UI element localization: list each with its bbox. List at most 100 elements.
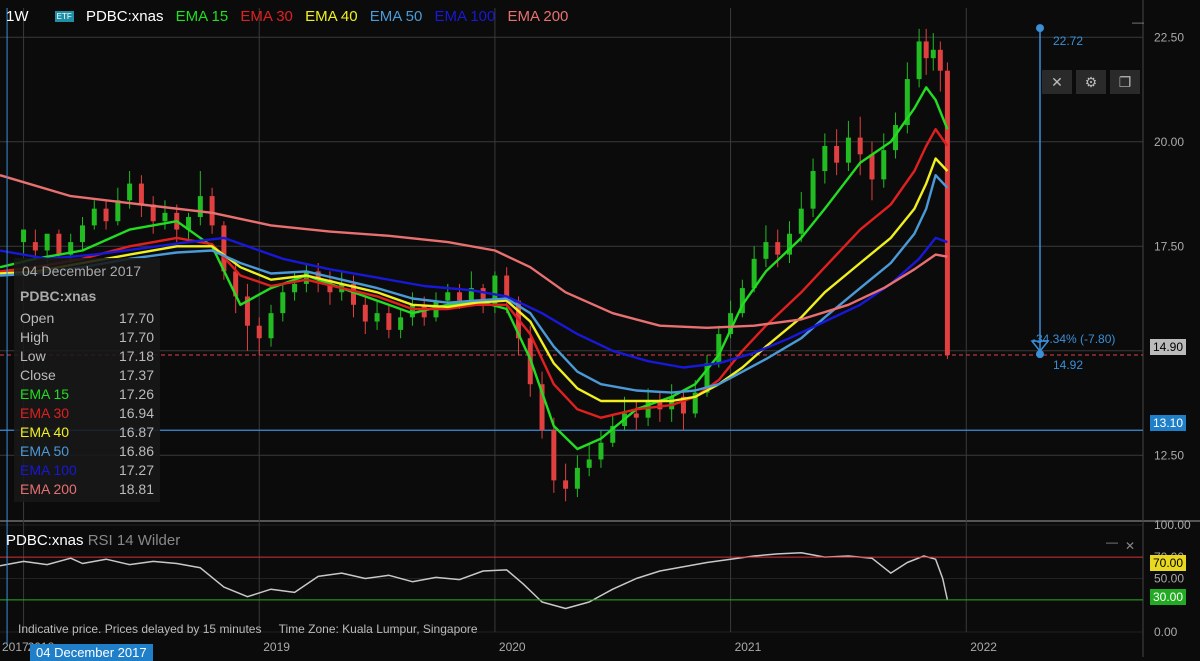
year-tick-label: 2020 (499, 640, 526, 654)
candle-body (930, 49, 936, 59)
gear-icon[interactable]: ⚙ (1076, 70, 1106, 94)
ema50-legend[interactable]: EMA 50 (370, 8, 423, 25)
candle-body (869, 154, 875, 180)
tooltip-row: EMA 200 18.81 (20, 481, 154, 497)
candle-body (822, 145, 828, 172)
data-tooltip: 04 December 2017 PDBC:xnas Open 17.70 High… (14, 258, 160, 502)
candle-body (810, 171, 816, 209)
tooltip-row-label: Open (20, 310, 55, 326)
candle-body (374, 313, 380, 322)
last-price-box: 14.90 (1150, 339, 1187, 355)
crosshair-date-box: 04 December 2017 (30, 644, 153, 661)
tooltip-row-label: EMA 30 (20, 405, 70, 421)
ema40-legend[interactable]: EMA 40 (305, 8, 358, 25)
candle-body (586, 459, 592, 468)
tooltip-row-value: 17.18 (118, 348, 154, 364)
year-tick-label: 2019 (263, 640, 290, 654)
interval-label[interactable]: 1W (6, 8, 29, 25)
tooltip-date: 04 December 2017 (22, 263, 142, 279)
candle-body (292, 283, 298, 293)
ema200-legend[interactable]: EMA 200 (508, 8, 569, 25)
candle-body (256, 325, 262, 339)
etf-badge-icon: ETF (54, 11, 74, 22)
candle-body (563, 480, 569, 489)
candle-body (56, 233, 62, 255)
candle-body (775, 242, 781, 255)
tooltip-row: Low 17.18 (20, 348, 154, 364)
candle-body (32, 242, 38, 251)
candle-body (138, 183, 144, 205)
tooltip-row: EMA 50 16.86 (20, 443, 154, 459)
candle-body (845, 137, 851, 163)
candle-body (923, 41, 929, 59)
price-chart[interactable]: 12.5015.0017.5020.0022.500.0030.0050.007… (0, 0, 1200, 657)
rsi-symbol: PDBC:xnas (6, 532, 84, 549)
candle-body (197, 196, 203, 218)
close-icon[interactable]: ✕ (1042, 70, 1072, 94)
tooltip-row: EMA 40 16.87 (20, 424, 154, 440)
tooltip-row-label: EMA 15 (20, 386, 70, 402)
candle-body (162, 212, 168, 222)
measure-bottom-label: 14.92 (1053, 358, 1083, 372)
candle-body (44, 233, 50, 251)
price-tick-label: 22.50 (1154, 30, 1184, 44)
candle-body (362, 304, 368, 322)
candle-body (303, 271, 309, 284)
rsi-label[interactable]: RSI 14 Wilder (88, 532, 181, 549)
candle-body (115, 200, 121, 222)
candle-body (398, 317, 404, 330)
rsi-upper-box: 70.00 (1150, 555, 1187, 571)
candle-body (551, 430, 557, 481)
measure-top-label: 22.72 (1053, 34, 1083, 48)
tooltip-row-value: 16.86 (118, 443, 154, 459)
measure-handle-top[interactable] (1036, 24, 1044, 33)
rsi-minimize-icon: — (1106, 535, 1118, 549)
candle-body (280, 292, 286, 314)
ema15-legend[interactable]: EMA 15 (176, 8, 229, 25)
delay-note: Indicative price. Prices delayed by 15 m… (18, 622, 262, 636)
candle-body (937, 49, 943, 71)
candle-body (457, 292, 463, 301)
hline-price-box[interactable]: 13.10 (1150, 415, 1187, 431)
rsi-lower-box: 30.00 (1150, 589, 1187, 605)
rsi-tick-label: 0.00 (1154, 625, 1178, 639)
tooltip-row-value: 16.87 (118, 424, 154, 440)
tooltip-row-label: Close (20, 367, 56, 383)
candle-body (763, 242, 769, 259)
candle-body (834, 145, 840, 163)
candle-body (944, 70, 950, 355)
tooltip-row-value: 17.70 (118, 310, 154, 326)
tooltip-row-value: 18.81 (118, 481, 154, 497)
candle-body (21, 229, 27, 243)
tooltip-row-label: Low (20, 348, 46, 364)
candle-body (881, 150, 887, 180)
tooltip-row: EMA 15 17.26 (20, 386, 154, 402)
symbol-label[interactable]: PDBC:xnas (86, 8, 164, 25)
tooltip-row-label: EMA 100 (20, 462, 77, 478)
footer-note: Indicative price. Prices delayed by 15 m… (18, 622, 492, 636)
rsi-close-icon: ✕ (1125, 539, 1135, 553)
minimize-icon: — (1132, 15, 1144, 29)
candle-body (268, 313, 274, 339)
candle-body (445, 292, 451, 301)
tooltip-row-label: High (20, 329, 49, 345)
tooltip-row-value: 16.94 (118, 405, 154, 421)
copy-icon[interactable]: ❐ (1110, 70, 1140, 94)
tooltip-row: EMA 100 17.27 (20, 462, 154, 478)
tooltip-row-value: 17.26 (118, 386, 154, 402)
candle-body (916, 41, 922, 80)
tooltip-row: EMA 30 16.94 (20, 405, 154, 421)
tooltip-row-label: EMA 50 (20, 443, 70, 459)
candle-body (386, 313, 392, 330)
candle-body (209, 196, 215, 226)
year-tick-label: 2017 (2, 640, 29, 654)
year-tick-label: 2022 (970, 640, 997, 654)
tooltip-row-value: 17.37 (118, 367, 154, 383)
ema30-legend[interactable]: EMA 30 (240, 8, 293, 25)
candle-body (79, 225, 85, 243)
tooltip-row: Close 17.37 (20, 367, 154, 383)
ema100-legend[interactable]: EMA 100 (434, 8, 495, 25)
tooltip-row-label: EMA 40 (20, 424, 70, 440)
chart-header: 1W ETF PDBC:xnas EMA 15 EMA 30 EMA 40 EM… (6, 8, 576, 25)
candle-body (127, 183, 133, 201)
